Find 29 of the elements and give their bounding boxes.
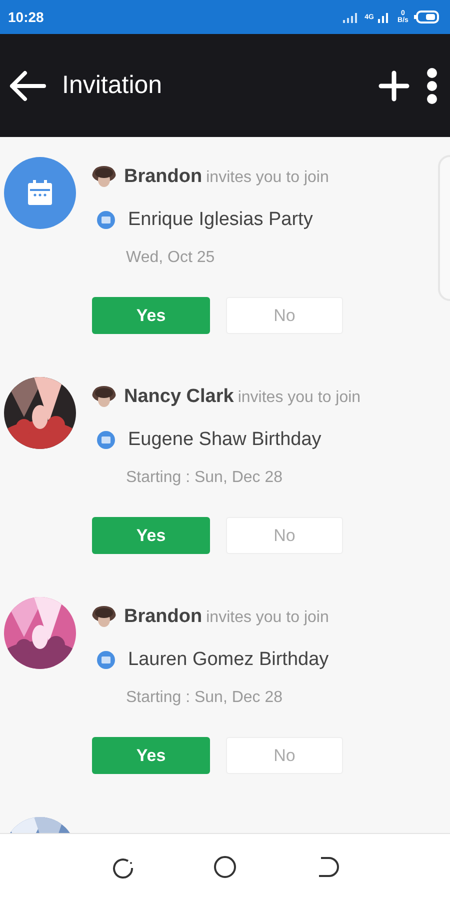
invite-text: invites you to join <box>206 608 329 628</box>
event-icon <box>96 650 116 670</box>
event-title: Enrique Iglesias Party <box>128 208 313 232</box>
invite-text: invites you to join <box>238 388 361 408</box>
event-date: Starting : Sun, Dec 28 <box>126 468 284 488</box>
accept-button[interactable]: Yes <box>92 297 210 334</box>
decline-button[interactable]: No <box>226 737 343 774</box>
screen-title: Invitation <box>62 70 162 101</box>
accept-button[interactable]: Yes <box>92 737 210 774</box>
decline-button[interactable]: No <box>226 517 343 554</box>
home-button[interactable] <box>213 854 237 880</box>
event-date: Starting : Sun, Dec 28 <box>126 688 284 708</box>
battery-icon <box>414 10 440 24</box>
sender-name: Brandon <box>124 165 202 189</box>
event-title: Eugene Shaw Birthday <box>128 428 322 452</box>
accept-button[interactable]: Yes <box>92 517 210 554</box>
status-time: 10:28 <box>8 8 44 26</box>
back-button[interactable] <box>8 70 46 102</box>
calendar-icon <box>25 178 55 208</box>
decline-button[interactable]: No <box>226 297 343 334</box>
invite-text: invites you to join <box>206 168 329 188</box>
event-icon <box>96 210 116 230</box>
event-title: Lauren Gomez Birthday <box>128 648 329 672</box>
more-options-button[interactable] <box>426 68 438 104</box>
sender-name: Nancy Clark <box>124 385 234 409</box>
sender-name: Brandon <box>124 605 202 629</box>
event-icon <box>96 430 116 450</box>
add-button[interactable] <box>378 70 410 102</box>
event-date: Wed, Oct 25 <box>126 248 216 268</box>
